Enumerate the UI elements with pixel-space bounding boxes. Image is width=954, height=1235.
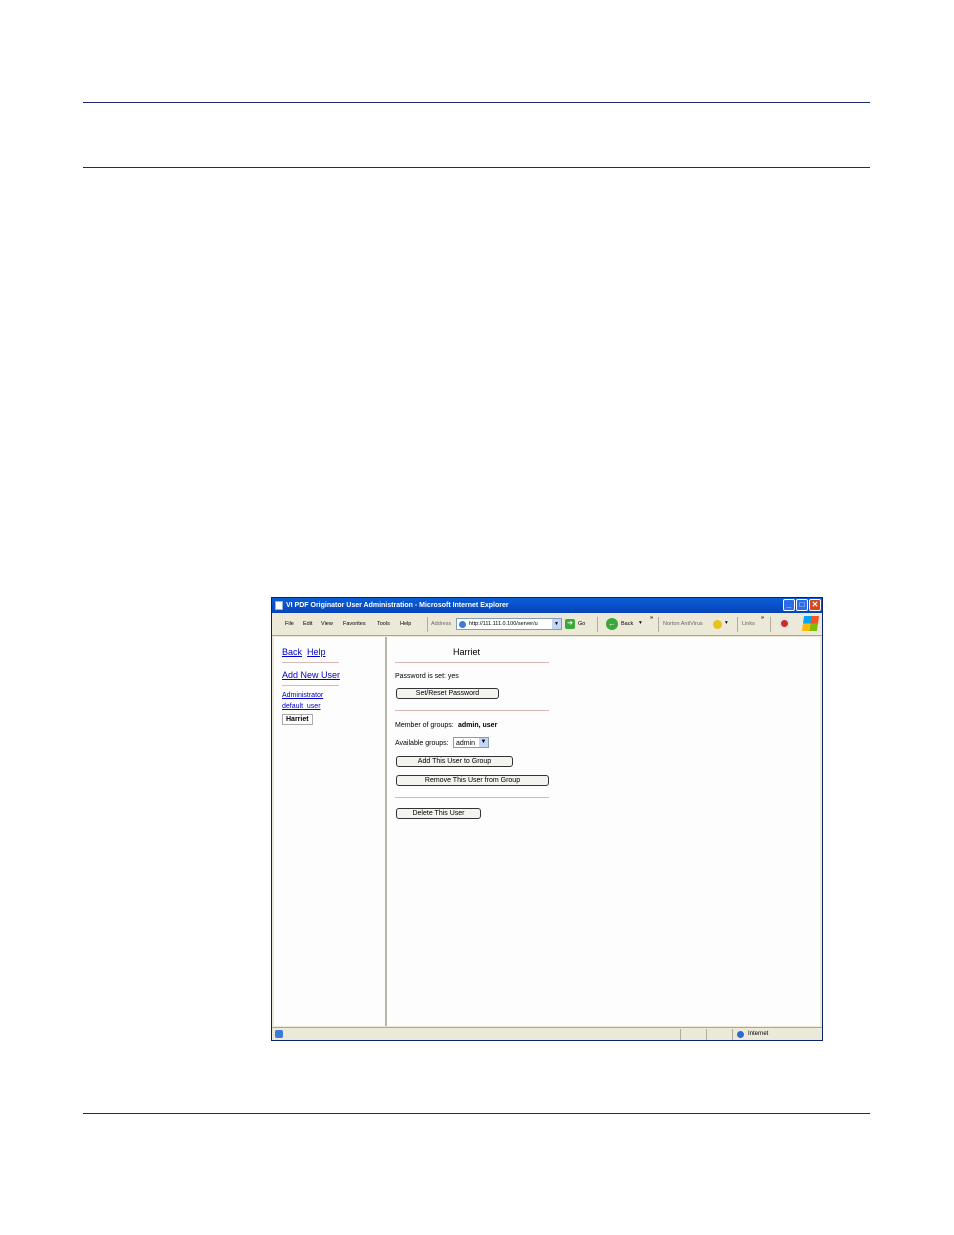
norton-dropdown-icon[interactable]: ▾ [725, 620, 728, 626]
address-input[interactable]: http://111.111.0.100/server/u ▼ [456, 618, 562, 630]
links-label[interactable]: Links [742, 621, 755, 627]
back-button[interactable]: Back [621, 621, 633, 627]
norton-icon[interactable] [713, 620, 722, 629]
available-groups-value: admin [456, 740, 476, 747]
divider [395, 710, 549, 711]
back-arrow-icon[interactable]: ← [606, 618, 618, 630]
menu-file[interactable]: File [285, 621, 294, 627]
chevron-down-icon[interactable]: ▼ [552, 619, 561, 629]
go-arrow-icon[interactable]: ➔ [565, 619, 575, 629]
status-separator [706, 1029, 707, 1040]
user-details: Harriet Password is set: yes Set/Reset P… [387, 637, 820, 1026]
user-link-default-user[interactable]: default_user [282, 703, 321, 710]
available-groups-select[interactable]: admin ▼ [453, 737, 489, 748]
menu-tools[interactable]: Tools [377, 621, 390, 627]
go-button[interactable]: Go [578, 621, 585, 627]
toolbar-separator [658, 617, 659, 632]
title-bar: VI PDF Originator User Administration - … [272, 598, 822, 613]
window-title: VI PDF Originator User Administration - … [286, 602, 509, 609]
user-link-administrator[interactable]: Administrator [282, 692, 323, 699]
delete-user-button[interactable]: Delete This User [396, 808, 481, 819]
page-title: Harriet [453, 647, 481, 657]
toolbar: File Edit View Favorites Tools Help Addr… [272, 614, 822, 636]
browser-window: VI PDF Originator User Administration - … [271, 597, 823, 1041]
add-user-to-group-button[interactable]: Add This User to Group [396, 756, 513, 767]
toolbar-separator [427, 617, 428, 632]
norton-label[interactable]: Norton AntiVirus [663, 621, 703, 627]
divider [282, 685, 339, 686]
windows-logo-icon [801, 616, 820, 631]
footer-rule [83, 1113, 870, 1114]
zone-label: Internet [748, 1031, 769, 1037]
address-label: Address [431, 621, 452, 627]
page-icon [459, 621, 466, 628]
remove-user-from-group-button[interactable]: Remove This User from Group [396, 775, 549, 786]
address-url: http://111.111.0.100/server/u [469, 621, 538, 627]
member-of-groups-label: Member of groups: [395, 722, 454, 729]
minimize-icon[interactable]: _ [783, 599, 795, 611]
chevron-down-icon[interactable]: ▼ [479, 738, 488, 747]
ie-page-icon [275, 601, 283, 610]
status-separator [732, 1029, 733, 1040]
password-status: Password is set: yes [395, 673, 459, 680]
help-link[interactable]: Help [307, 647, 326, 657]
globe-icon [737, 1031, 744, 1038]
member-groups-value: admin, user [458, 722, 498, 729]
status-bar: Internet [272, 1027, 822, 1040]
menu-help[interactable]: Help [400, 621, 411, 627]
left-nav: Back Help Add New User Administrator def… [274, 637, 387, 1026]
back-link[interactable]: Back [282, 647, 302, 657]
toolbar-separator [737, 617, 738, 632]
available-groups-label: Available groups: [395, 740, 449, 747]
menu-edit[interactable]: Edit [303, 621, 312, 627]
back-dropdown-icon[interactable]: ▾ [639, 620, 642, 626]
header-rule-bottom [83, 167, 870, 168]
divider [395, 662, 549, 663]
menu-view[interactable]: View [321, 621, 333, 627]
menu-favorites[interactable]: Favorites [343, 621, 366, 627]
divider [282, 662, 339, 663]
selected-user-harriet[interactable]: Harriet [282, 714, 313, 725]
toolbar-separator [597, 617, 598, 632]
chevron-more-icon[interactable]: » [650, 615, 653, 621]
chevron-more-icon[interactable]: » [761, 615, 764, 621]
set-reset-password-button[interactable]: Set/Reset Password [396, 688, 499, 699]
header-rule-top [83, 102, 870, 103]
maximize-icon[interactable]: □ [796, 599, 808, 611]
add-new-user-link[interactable]: Add New User [282, 670, 340, 680]
mail-icon[interactable] [779, 618, 790, 629]
close-icon[interactable]: ✕ [809, 599, 821, 611]
divider [395, 797, 549, 798]
status-separator [680, 1029, 681, 1040]
page-status-icon [275, 1030, 283, 1038]
toolbar-separator [770, 617, 771, 632]
